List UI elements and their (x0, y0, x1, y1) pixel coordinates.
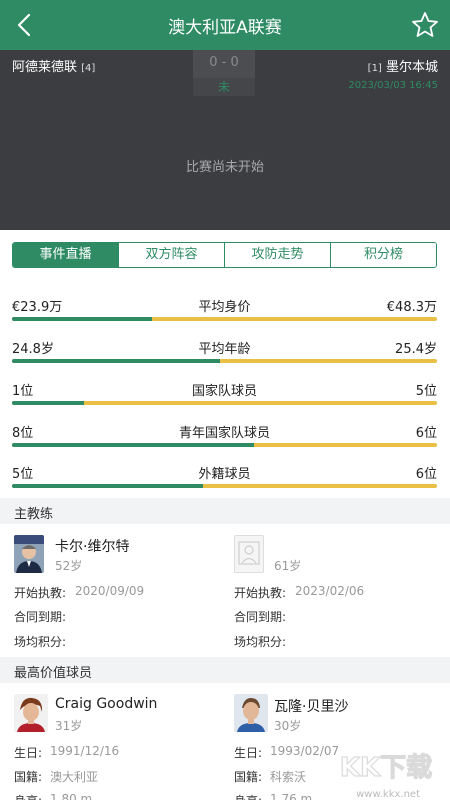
stat-row-national-players: 1位 国家队球员 5位 (12, 380, 437, 410)
stat-bar (12, 401, 437, 405)
stat-bar-fill (12, 401, 85, 405)
watermark-url: www.kkx.net (356, 789, 420, 800)
stat-label: 国家队球员 (191, 384, 257, 399)
home-team-name: 阿德莱德联 (12, 60, 78, 75)
away-team-rank: [1] (367, 63, 382, 74)
player-photo-icon (14, 694, 48, 732)
stat-right-value: 25.4岁 (395, 342, 437, 357)
section-title: 最高价值球员 (14, 666, 93, 681)
stat-bar (12, 443, 437, 447)
match-not-started-notice: 比赛尚未开始 (185, 160, 264, 175)
home-player-birth-label: 生日: (14, 746, 43, 760)
home-player-name[interactable]: Craig Goodwin (55, 696, 157, 712)
home-coach-age: 52岁 (55, 559, 83, 573)
page-title: 澳大利亚A联赛 (168, 18, 282, 38)
home-player-age: 31岁 (55, 719, 83, 733)
tab-bar: 事件直播 双方阵容 攻防走势 积分榜 (12, 242, 437, 268)
home-coach-start-value: 2020/09/09 (75, 584, 145, 598)
stat-bar (12, 484, 437, 488)
coach-photo-icon (14, 535, 44, 573)
away-player-avatar[interactable] (234, 694, 268, 732)
away-player-age: 30岁 (274, 719, 302, 733)
top-bar: 澳大利亚A联赛 (0, 0, 450, 50)
home-player-nation-label: 国籍: (14, 770, 43, 784)
person-placeholder-icon (238, 541, 260, 565)
stat-row-youth-national-players: 8位 青年国家队球员 6位 (12, 422, 437, 452)
stat-label: 外籍球员 (198, 467, 251, 482)
tab-standings[interactable]: 积分榜 (331, 243, 436, 267)
home-coach-start-label: 开始执教: (14, 586, 67, 600)
stat-label: 青年国家队球员 (178, 426, 270, 441)
home-player-height-label: 身高: (14, 792, 42, 800)
home-coach-points-label: 场均积分: (14, 635, 67, 649)
stat-label: 平均年龄 (198, 342, 251, 357)
home-coach-avatar[interactable] (14, 535, 44, 573)
stat-row-foreign-players: 5位 外籍球员 6位 (12, 463, 437, 493)
section-title: 主教练 (14, 507, 54, 522)
away-team-name: 墨尔本城 (385, 60, 438, 75)
star-favorite-icon[interactable] (410, 10, 440, 40)
match-status: 未 (193, 78, 255, 96)
home-coach-contract-label: 合同到期: (14, 610, 67, 624)
stat-bar-fill (12, 317, 153, 321)
stat-bar (12, 359, 437, 363)
home-coach-name[interactable]: 卡尔·维尔特 (55, 536, 129, 556)
stat-bar-fill (12, 484, 204, 488)
home-player-avatar[interactable] (14, 694, 48, 732)
player-photo-icon (234, 694, 268, 732)
match-datetime: 2023/03/03 16:45 (348, 80, 438, 91)
away-coach-avatar[interactable] (234, 535, 264, 573)
away-coach-contract-label: 合同到期: (234, 610, 287, 624)
score-box: 0 - 0 未 (193, 50, 255, 96)
away-team[interactable]: [1] 墨尔本城 (368, 56, 438, 75)
stat-row-avg-value: €23.9万 平均身价 €48.3万 (12, 296, 437, 326)
stat-bar-fill (12, 359, 221, 363)
away-player-height-label: 身高: (234, 792, 262, 800)
tab-live-events[interactable]: 事件直播 (13, 243, 119, 267)
stat-right-value: 5位 (415, 384, 437, 399)
stat-right-value: €48.3万 (386, 300, 437, 315)
stat-row-avg-age: 24.8岁 平均年龄 25.4岁 (12, 338, 437, 368)
stat-right-value: 6位 (415, 467, 437, 482)
stat-bar (12, 317, 437, 321)
home-player-nation-value: 澳大利亚 (50, 770, 99, 784)
score: 0 - 0 (209, 55, 239, 70)
match-panel: 阿德莱德联 [4] 0 - 0 未 [1] 墨尔本城 2023/03/03 16… (0, 50, 450, 230)
home-team[interactable]: 阿德莱德联 [4] (12, 56, 95, 75)
stat-bar-fill (12, 443, 255, 447)
away-player-birth-label: 生日: (234, 746, 263, 760)
away-player-nation-value: 科索沃 (270, 770, 307, 784)
home-player-birth-value: 1991/12/16 (50, 744, 120, 758)
stat-right-value: 6位 (415, 426, 437, 441)
away-coach-start-value: 2023/02/06 (295, 584, 365, 598)
home-player-height-value: 1.80 m (50, 792, 93, 800)
away-coach-start-label: 开始执教: (234, 586, 287, 600)
tab-lineups[interactable]: 双方阵容 (119, 243, 225, 267)
away-coach-points-label: 场均积分: (234, 635, 287, 649)
top-player-section-header: 最高价值球员 (0, 657, 450, 683)
away-coach-age: 61岁 (274, 559, 302, 573)
kk-download-watermark-logo: KK下载 (339, 752, 432, 783)
coach-section-header: 主教练 (0, 498, 450, 524)
away-player-name[interactable]: 瓦隆·贝里沙 (274, 696, 348, 716)
tab-attack-trend[interactable]: 攻防走势 (225, 243, 331, 267)
away-player-nation-label: 国籍: (234, 770, 263, 784)
home-team-rank: [4] (81, 63, 96, 74)
away-player-height-value: 1.76 m (270, 792, 313, 800)
stat-label: 平均身价 (198, 300, 251, 315)
svg-text:KK下载: KK下载 (340, 753, 432, 783)
